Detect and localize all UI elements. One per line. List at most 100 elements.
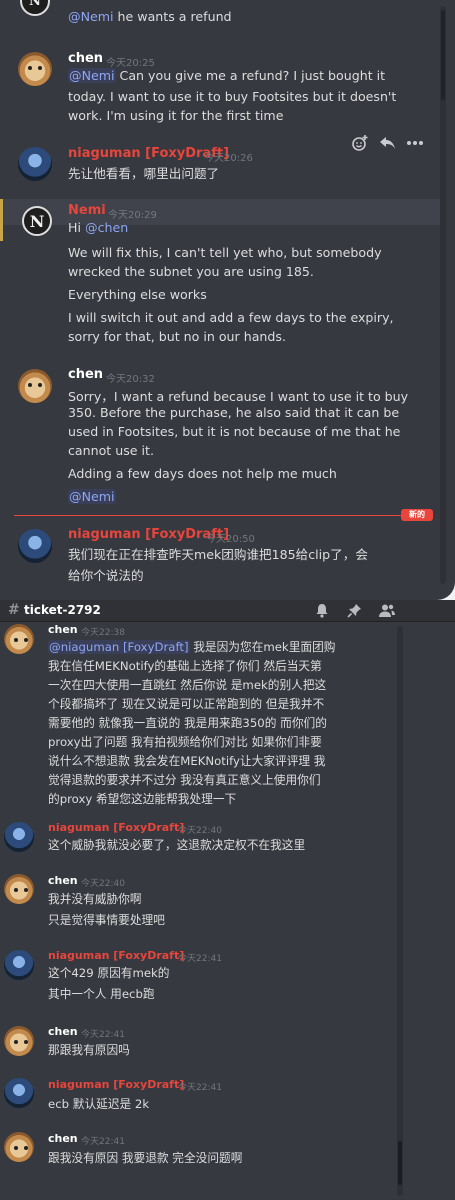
channel-header: # ticket-2792 bbox=[0, 600, 455, 622]
message-line: @Nemi Can you give me a refund? I just b… bbox=[68, 68, 385, 83]
message-line: 其中一个人 用ecb跑 bbox=[48, 987, 155, 1001]
message-line: 我在信任MEKNotify的基础上选择了你们 然后当天第 bbox=[48, 659, 322, 673]
new-messages-divider bbox=[14, 515, 404, 516]
channel-name[interactable]: ticket-2792 bbox=[24, 603, 101, 617]
message-line: 只是觉得事情要处理吧 bbox=[48, 913, 165, 927]
timestamp: 今天20:32 bbox=[106, 374, 155, 385]
message-line: sorry for that, but no in our hands. bbox=[68, 329, 286, 344]
author-name[interactable]: niaguman [FoxyDraft] bbox=[48, 949, 184, 962]
message-text: Hi bbox=[68, 220, 85, 235]
timestamp: 今天20:25 bbox=[106, 58, 155, 69]
mention[interactable]: @niaguman [FoxyDraft] bbox=[48, 640, 190, 654]
timestamp: 今天22:38 bbox=[81, 628, 125, 638]
timestamp: 今天20:29 bbox=[108, 210, 157, 221]
message-line: 这个429 原因有mek的 bbox=[48, 966, 170, 980]
avatar[interactable] bbox=[18, 529, 52, 563]
message-line: 我并没有威胁你啊 bbox=[48, 892, 142, 906]
reply-icon[interactable] bbox=[377, 132, 399, 154]
message-line: work. I'm using it for the first time bbox=[68, 108, 284, 123]
message-text: 我是因为您在mek里面团购 bbox=[189, 640, 336, 654]
author-name[interactable]: chen bbox=[48, 623, 78, 636]
scrollbar[interactable] bbox=[440, 6, 446, 584]
author-name[interactable]: chen bbox=[68, 367, 103, 382]
author-name[interactable]: niaguman [FoxyDraft] bbox=[48, 821, 184, 834]
message-line: 先让他看看，哪里出问题了 bbox=[68, 166, 220, 181]
pin-icon[interactable] bbox=[347, 603, 362, 622]
timestamp: 今天22:40 bbox=[178, 826, 222, 836]
chat-panel-top: N @Nemi he wants a refund chen 今天20:25 @… bbox=[0, 0, 455, 600]
avatar[interactable]: N bbox=[22, 206, 52, 236]
highlighted-message-bg bbox=[0, 199, 443, 225]
message-line: 的proxy 希望您这边能帮我处理一下 bbox=[48, 792, 237, 806]
message-line: I will switch it out and add a few days … bbox=[68, 310, 394, 325]
hash-icon: # bbox=[8, 602, 20, 618]
message-line: Hi @chen bbox=[68, 220, 128, 235]
message-line: Everything else works bbox=[68, 287, 207, 302]
message-line: 个段都搞坏了 现在又说是可以正常跑到的 但是我并不 bbox=[48, 697, 325, 711]
message-text: Can you give me a refund? I just bought … bbox=[119, 68, 386, 83]
timestamp: 今天22:41 bbox=[178, 1083, 222, 1093]
message-line: 这个威胁我就没必要了，这退款决定权不在我这里 bbox=[48, 838, 306, 852]
avatar[interactable] bbox=[18, 369, 52, 403]
reply-mention[interactable]: @Nemi bbox=[68, 9, 114, 24]
message-line: ecb 默认延迟是 2k bbox=[48, 1097, 150, 1111]
message-line: 我们现在正在排查昨天mek团购谁把185给clip了，会 bbox=[68, 547, 368, 562]
timestamp: 今天20:26 bbox=[204, 153, 253, 164]
author-name[interactable]: chen bbox=[48, 1025, 78, 1038]
mention[interactable]: @Nemi bbox=[68, 68, 116, 83]
author-name[interactable]: chen bbox=[68, 51, 103, 66]
message-line: 那跟我有原因吗 bbox=[48, 1043, 130, 1057]
message-line: 跟我没有原因 我要退款 完全没问题啊 bbox=[48, 1151, 243, 1165]
timestamp: 今天22:41 bbox=[178, 954, 222, 964]
chat-panel-bottom: # ticket-2792 chen 今天22:38 @niaguman [Fo… bbox=[0, 600, 455, 1200]
timestamp: 今天22:40 bbox=[81, 879, 125, 889]
message-line: @niaguman [FoxyDraft] 我是因为您在mek里面团购 bbox=[48, 638, 335, 655]
message-line: 给你个说法的 bbox=[68, 568, 144, 583]
avatar[interactable] bbox=[4, 1132, 34, 1162]
members-icon[interactable] bbox=[378, 603, 396, 622]
message-line: 一次在四大使用一直跳红 然后你说 是mek的别人把这 bbox=[48, 678, 327, 692]
author-name[interactable]: niaguman [FoxyDraft] bbox=[68, 527, 229, 542]
more-options-icon[interactable] bbox=[404, 132, 426, 154]
author-name[interactable]: Nemi bbox=[68, 203, 106, 218]
timestamp: 今天22:41 bbox=[81, 1137, 125, 1147]
scrollbar-thumb[interactable] bbox=[398, 1141, 402, 1185]
reply-text: he wants a refund bbox=[117, 9, 232, 24]
message-line: proxy出了问题 我有拍视频给你们对比 如果你们非要 bbox=[48, 735, 322, 749]
bell-icon[interactable] bbox=[315, 603, 329, 622]
add-reaction-icon[interactable] bbox=[349, 132, 371, 154]
message-line: Sorry，I want a refund because I want to … bbox=[68, 389, 409, 404]
avatar[interactable] bbox=[4, 950, 34, 980]
avatar[interactable] bbox=[4, 1078, 34, 1108]
mention[interactable]: @Nemi bbox=[68, 489, 116, 504]
message-line: wrecked the subnet you are using 185. bbox=[68, 264, 314, 279]
avatar[interactable] bbox=[18, 52, 52, 86]
scrollbar-thumb[interactable] bbox=[441, 10, 445, 100]
timestamp: 今天22:41 bbox=[81, 1030, 125, 1040]
avatar[interactable] bbox=[4, 624, 34, 654]
message-line: today. I want to use it to buy Footsites… bbox=[68, 89, 397, 104]
mention[interactable]: @chen bbox=[85, 220, 128, 235]
message-line: 350. Before the purchase, he also said t… bbox=[68, 405, 400, 420]
new-messages-badge: 新的 bbox=[401, 509, 433, 521]
author-name[interactable]: chen bbox=[48, 1132, 78, 1145]
reply-avatar: N bbox=[20, 0, 50, 16]
message-line: We will fix this, I can't tell yet who, … bbox=[68, 245, 382, 260]
message-line: used in Footsites, but it is not because… bbox=[68, 424, 401, 439]
timestamp: 今天20:50 bbox=[206, 534, 255, 545]
message-line: cannot use it. bbox=[68, 443, 154, 458]
author-name[interactable]: niaguman [FoxyDraft] bbox=[48, 1078, 184, 1091]
message-line: 需要他的 就像我一直说的 我是用来跑350的 而你们的 bbox=[48, 716, 327, 730]
reply-preview[interactable]: @Nemi he wants a refund bbox=[68, 9, 232, 24]
message-line: Adding a few days does not help me much bbox=[68, 466, 337, 481]
avatar[interactable] bbox=[4, 1026, 34, 1056]
message-line: @Nemi bbox=[68, 489, 116, 504]
message-line: 说什么不想退款 我会发在MEKNotify让大家评评理 我 bbox=[48, 754, 326, 768]
author-name[interactable]: chen bbox=[48, 874, 78, 887]
message-line: 觉得退款的要求并不过分 我没有真正意义上使用你们 bbox=[48, 773, 321, 787]
avatar[interactable] bbox=[4, 874, 34, 904]
avatar[interactable] bbox=[4, 822, 34, 852]
scrollbar[interactable] bbox=[397, 626, 403, 1196]
highlight-bar bbox=[0, 199, 3, 241]
avatar[interactable] bbox=[18, 147, 52, 181]
